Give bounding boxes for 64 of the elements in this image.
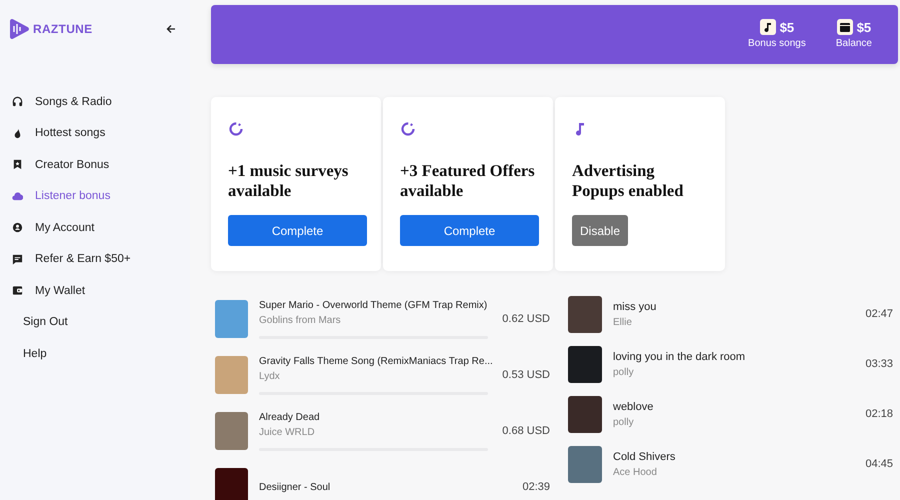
track-duration: 02:18 — [865, 408, 893, 420]
album-art-placeholder — [215, 468, 248, 500]
track-title[interactable]: Super Mario - Overworld Theme (GFM Trap Remix) — [259, 300, 488, 310]
track-duration: 02:39 — [521, 481, 550, 493]
disable-button[interactable]: Disable — [572, 215, 628, 246]
loading-icon — [228, 121, 244, 137]
album-art-placeholder — [568, 296, 602, 332]
logo-icon — [8, 18, 30, 40]
track-title[interactable]: Gravity Falls Theme Song (RemixManiacs Trap Re... — [259, 356, 493, 366]
album-art-placeholder — [215, 300, 248, 338]
track-title[interactable]: weblove — [613, 400, 654, 412]
track-title[interactable]: Desiigner - Soul — [259, 482, 330, 492]
track-duration: 03:33 — [865, 358, 893, 370]
sidebar-item-icon — [12, 159, 23, 170]
track-artist: Lydx — [259, 370, 281, 382]
complete-button[interactable]: Complete — [400, 215, 539, 246]
sidebar-item[interactable]: Songs & Radio — [0, 86, 190, 118]
track-price: 0.53 USD — [501, 369, 550, 381]
complete-button[interactable]: Complete — [228, 215, 367, 246]
track-duration: 02:47 — [865, 308, 893, 320]
offer-title: +1 music surveys available — [228, 161, 350, 201]
track-price: 0.68 USD — [501, 425, 550, 437]
track-artist: Juice WRLD — [259, 426, 316, 438]
sidebar-item[interactable]: Listener bonus — [0, 180, 190, 212]
track-title[interactable]: Cold Shivers — [613, 450, 676, 462]
album-art-placeholder — [568, 396, 602, 432]
album-art-placeholder — [568, 446, 602, 482]
sidebar-link[interactable]: Sign Out — [23, 316, 68, 328]
sidebar-item[interactable]: Refer & Earn $50+ — [0, 244, 190, 275]
stat-value: $5 — [780, 20, 794, 34]
sidebar-item-icon — [12, 128, 23, 139]
track-title[interactable]: Already Dead — [259, 412, 320, 422]
sidebar-item-icon — [12, 96, 23, 108]
track-title[interactable]: loving you in the dark room — [613, 350, 746, 362]
sidebar-link[interactable]: Help — [23, 348, 47, 360]
track-artist: Goblins from Mars — [259, 314, 342, 326]
stat-value: $5 — [856, 20, 872, 34]
stat-label: Bonus songs — [748, 38, 806, 49]
track-price: 0.62 USD — [501, 313, 550, 325]
track-title[interactable]: miss you — [613, 300, 656, 312]
track-artist: Ellie — [613, 316, 633, 328]
track-artist: polly — [613, 416, 635, 428]
offer-title: +3 Featured Offers available — [400, 161, 536, 201]
sidebar-item-icon — [12, 285, 23, 296]
back-arrow-icon[interactable] — [166, 24, 176, 34]
sidebar-item-icon — [12, 254, 23, 265]
track-duration: 04:45 — [865, 458, 893, 470]
sidebar-item-icon — [12, 222, 23, 234]
loading-icon — [400, 121, 416, 137]
sidebar-item[interactable]: Creator Bonus — [0, 149, 190, 180]
album-art-placeholder — [215, 356, 248, 394]
stat-icon — [760, 19, 776, 35]
offer-title: Advertising Popups enabled — [572, 161, 684, 201]
track-artist: Ace Hood — [613, 466, 658, 478]
sidebar-item[interactable]: My Wallet — [0, 275, 190, 306]
sidebar-item-icon — [12, 190, 23, 202]
stat-icon — [836, 19, 853, 35]
track-artist: polly — [613, 366, 635, 378]
stat-label: Balance — [836, 38, 872, 49]
sidebar-item[interactable]: Hottest songs — [0, 118, 190, 149]
sidebar-item[interactable]: My Account — [0, 212, 190, 244]
album-art-placeholder — [215, 412, 248, 450]
logo-text: RAZTUNE — [33, 22, 92, 36]
album-art-placeholder — [568, 346, 602, 382]
